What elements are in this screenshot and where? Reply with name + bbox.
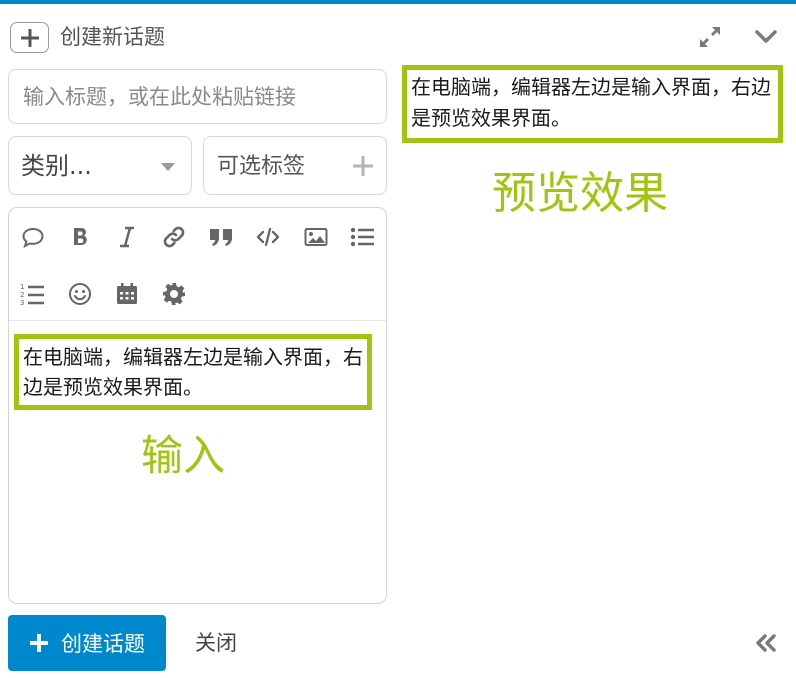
- top-accent-bar: [0, 0, 796, 4]
- bold-icon[interactable]: [65, 222, 95, 252]
- editor-textarea[interactable]: 在电脑端，编辑器左边是输入界面，右边是预览效果界面。: [14, 334, 372, 410]
- composer-title: 创建新话题: [60, 25, 165, 49]
- double-chevron-left-icon[interactable]: [752, 630, 780, 656]
- tags-select[interactable]: 可选标签: [203, 136, 387, 195]
- italic-icon[interactable]: [112, 222, 142, 252]
- preview-annotation: 预览效果: [492, 168, 668, 219]
- create-topic-button[interactable]: 创建话题: [8, 615, 166, 671]
- chevron-down-icon[interactable]: [752, 24, 780, 50]
- calendar-icon[interactable]: [112, 279, 142, 309]
- editor-toolbar: 123: [9, 208, 386, 321]
- topic-title-input[interactable]: [8, 69, 387, 124]
- fullscreen-icon[interactable]: [696, 24, 724, 50]
- editor-annotation: 输入: [141, 431, 226, 480]
- numbered-list-icon[interactable]: 123: [18, 279, 48, 309]
- bullet-list-icon[interactable]: [348, 222, 378, 252]
- code-icon[interactable]: [253, 222, 283, 252]
- image-icon[interactable]: [301, 222, 331, 252]
- blockquote-icon[interactable]: [206, 222, 236, 252]
- svg-text:3: 3: [20, 299, 24, 306]
- svg-text:2: 2: [20, 291, 24, 299]
- plus-icon: [353, 156, 373, 176]
- quote-icon[interactable]: [18, 222, 48, 252]
- category-select[interactable]: 类别...: [8, 136, 192, 195]
- create-topic-label: 创建话题: [61, 632, 145, 656]
- link-icon[interactable]: [159, 222, 189, 252]
- caret-down-icon: [161, 163, 175, 171]
- emoji-icon[interactable]: [65, 279, 95, 309]
- new-topic-plus-icon[interactable]: [10, 22, 49, 53]
- category-select-label: 类别...: [21, 152, 92, 180]
- tags-select-label: 可选标签: [217, 154, 306, 179]
- close-button[interactable]: 关闭: [195, 615, 237, 671]
- plus-icon: [30, 634, 48, 652]
- gear-icon[interactable]: [159, 279, 189, 309]
- editor-panel: 123 在电脑端，编辑器左边是输入界面，右边是预览效果界面。 输入: [8, 207, 387, 604]
- preview-content: 在电脑端，编辑器左边是输入界面，右边是预览效果界面。: [402, 65, 783, 143]
- svg-text:1: 1: [20, 283, 24, 291]
